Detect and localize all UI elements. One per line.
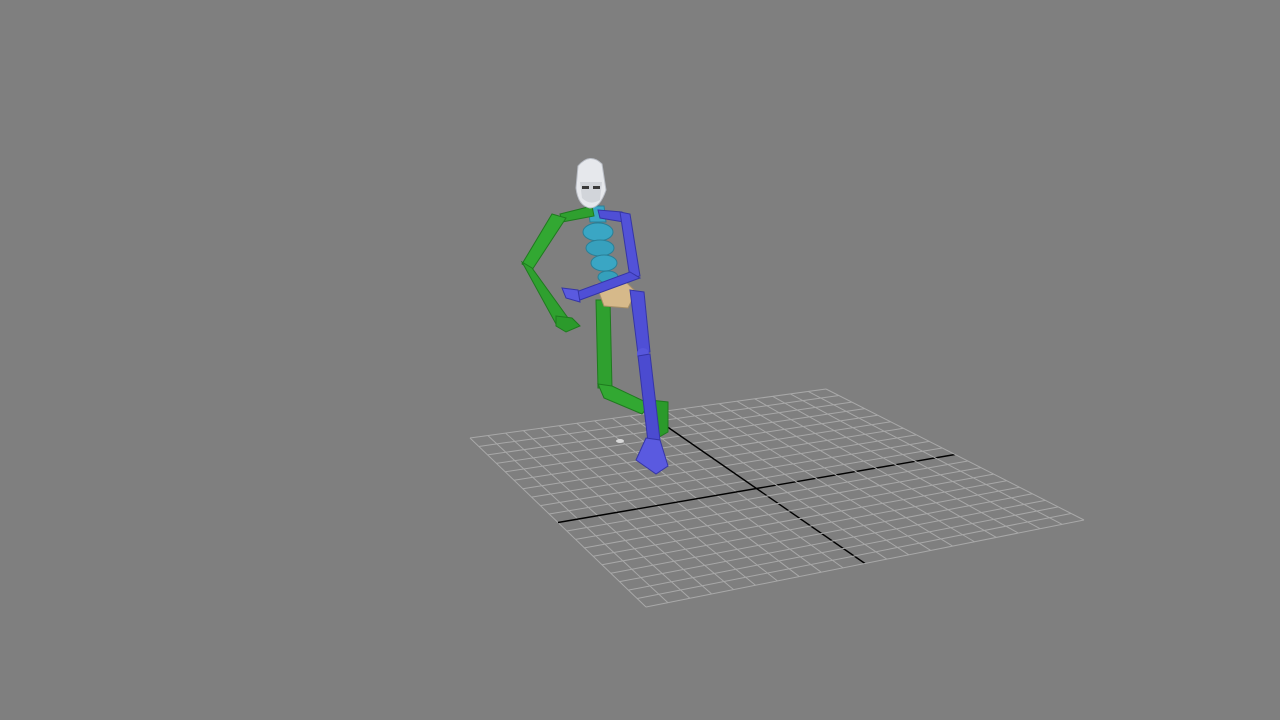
spine-segment-1[interactable]: [582, 222, 614, 242]
biped-skeleton[interactable]: [520, 158, 669, 475]
right-upper-arm[interactable]: [619, 211, 641, 279]
viewport-canvas[interactable]: [0, 0, 1280, 720]
ground-marker: [616, 439, 624, 443]
left-arm[interactable]: [520, 205, 595, 333]
3d-viewport[interactable]: [0, 0, 1280, 720]
left-thigh[interactable]: [595, 299, 613, 389]
right-hand[interactable]: [561, 287, 581, 303]
left-hand[interactable]: [555, 315, 581, 333]
spine-segment-2[interactable]: [585, 239, 615, 257]
grid-line: [790, 393, 1041, 530]
head[interactable]: [575, 158, 607, 209]
grid-line: [628, 506, 1059, 591]
left-forearm[interactable]: [520, 260, 569, 325]
right-thigh[interactable]: [629, 289, 651, 355]
spine-segment-3[interactable]: [590, 254, 618, 272]
grid-line: [807, 391, 1063, 525]
ground-grid: [469, 388, 1085, 608]
right-foot[interactable]: [635, 437, 669, 475]
left-upper-arm[interactable]: [521, 213, 567, 271]
grid-line: [645, 519, 1085, 608]
right-eye-slit: [593, 186, 600, 189]
right-leg[interactable]: [629, 289, 669, 475]
grid-line: [825, 388, 1085, 521]
right-calf[interactable]: [637, 353, 661, 443]
left-eye-slit: [582, 186, 589, 189]
